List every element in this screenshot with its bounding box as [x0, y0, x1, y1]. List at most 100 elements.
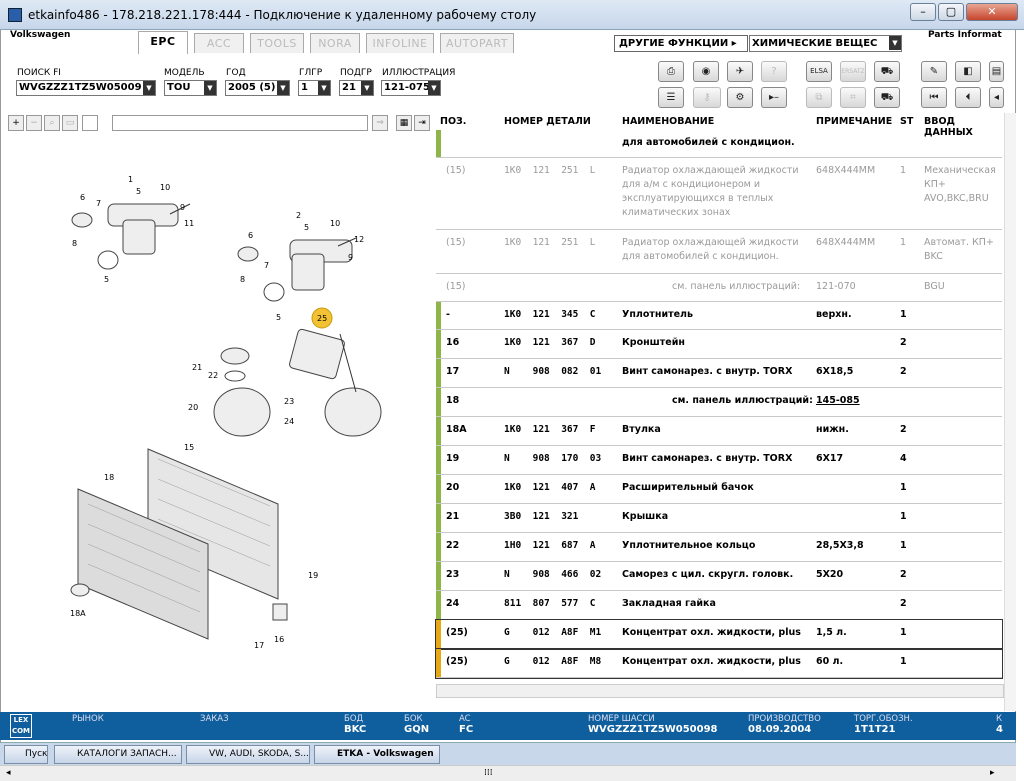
st-cell: 4 [900, 453, 907, 464]
key-icon[interactable]: ⚷ [693, 87, 721, 108]
model-select[interactable]: TOU ▼ [164, 80, 217, 96]
table-row[interactable]: (15) см. панель иллюстраций: 121-070 BGU [436, 274, 1002, 302]
tab-acc[interactable]: ACC [194, 33, 244, 53]
zoom-out-icon[interactable]: − [26, 115, 42, 131]
tab-epc[interactable]: EPC [138, 31, 188, 54]
task-etka[interactable]: ETKA - Volkswagen [314, 745, 440, 764]
cart-add-icon[interactable]: ⛟ [874, 61, 900, 82]
group-marker [436, 417, 441, 445]
close-button[interactable]: ✕ [966, 3, 1018, 21]
table-row[interactable]: для автомобилей с кондицион. [436, 130, 1002, 158]
copy-icon[interactable]: ⧉ [806, 87, 832, 108]
col-st-header[interactable]: ST [900, 116, 913, 127]
group-marker [436, 620, 441, 648]
coin-icon[interactable]: ◉ [693, 61, 719, 82]
start-button[interactable]: Пуск [4, 745, 48, 764]
maximize-button[interactable]: ▢ [938, 3, 964, 21]
table-row[interactable]: 20 1K0 121 407 A Расширительный бачок 1 [436, 475, 1002, 504]
table-row[interactable]: 19 N 908 170 03 Винт самонарез. с внутр. T… [436, 446, 1002, 475]
col-pos-header[interactable]: ПОЗ. [440, 116, 466, 127]
illustration-select[interactable]: 121-075 ▼ [381, 80, 441, 96]
list-icon[interactable]: ☰ [658, 87, 684, 108]
zoom-fit-icon[interactable]: ⌕ [44, 115, 60, 131]
table-row[interactable]: (15) 1K0 121 251 L Радиатор охлаждающей жи… [436, 230, 1002, 274]
vin-search-input[interactable]: WVGZZZ1TZ5W05009 ▼ [16, 80, 156, 96]
task-catalogs[interactable]: КАТАЛОГИ ЗАПАСН... [54, 745, 182, 764]
zoom-area-icon[interactable]: ▭ [62, 115, 78, 131]
exploded-view-illustration[interactable]: 1 5 6 7 8 5 9 10 11 2 5 6 10 12 7 9 8 5 … [8, 134, 432, 704]
minimize-button[interactable]: – [910, 3, 936, 21]
table-row[interactable]: 24 811 807 577 C Закладная гайка 2 [436, 591, 1002, 620]
pos-cell: - [446, 309, 450, 320]
order-label: ЗАКАЗ [200, 714, 229, 724]
tab-tools[interactable]: TOOLS [250, 33, 304, 53]
table-row[interactable]: 21 3B0 121 321 Крышка 1 [436, 504, 1002, 533]
grid-icon[interactable]: ▦ [396, 115, 412, 131]
callout-label: 12 [354, 235, 364, 244]
prev-icon[interactable]: ◂ [989, 87, 1004, 108]
desktop-horizontal-scrollbar[interactable]: ◂ ⁞⁞⁞ ▸ [0, 765, 1016, 781]
zoom-in-icon[interactable]: + [8, 115, 24, 131]
pan-icon[interactable] [82, 115, 98, 131]
callout-label: 7 [96, 199, 101, 208]
col-part-header[interactable]: НОМЕР ДЕТАЛИ [504, 116, 591, 127]
callout-label: 23 [284, 397, 294, 406]
callout-label: 5 [304, 223, 309, 232]
tab-nora[interactable]: NORA [310, 33, 360, 53]
pin-icon[interactable]: ✎ [921, 61, 947, 82]
page-icon[interactable]: ▤ [989, 61, 1004, 82]
year-select[interactable]: 2005 (5) ▼ [225, 80, 290, 96]
prev-page-icon[interactable]: ⏴ [955, 87, 981, 108]
page-back-icon[interactable]: ◧ [955, 61, 981, 82]
pos-cell: 16 [446, 337, 460, 348]
chevron-down-icon: ▼ [277, 81, 289, 95]
name-cell: Закладная гайка [622, 598, 716, 609]
bike-icon[interactable]: ⚙ [727, 87, 753, 108]
table-row[interactable]: 22 1H0 121 687 A Уплотнительное кольцо 28,5… [436, 533, 1002, 562]
expand-icon[interactable]: ⇥ [414, 115, 430, 131]
name-cell: Втулка [622, 424, 661, 435]
note-cell[interactable]: 145-085 [816, 394, 860, 408]
chemicals-select[interactable]: ХИМИЧЕСКИЕ ВЕЩЕС ▼ [749, 35, 902, 52]
main-group-select[interactable]: 1 ▼ [298, 80, 331, 96]
task-vw-audi[interactable]: VW, AUDI, SKODA, S... [186, 745, 310, 764]
table-row[interactable]: - 1K0 121 345 C Уплотнитель верхн. 1 [436, 302, 1002, 330]
table-horizontal-scrollbar[interactable] [436, 684, 1004, 698]
table-vertical-scrollbar[interactable] [1004, 113, 1016, 711]
arrow-icon[interactable]: ⇒ [372, 115, 388, 131]
help-icon[interactable]: ? [761, 61, 787, 82]
elsa-icon[interactable]: ELSA [806, 61, 832, 82]
callout-label: 25 [317, 314, 327, 323]
ersatz-icon[interactable]: ERSATZ [840, 61, 866, 82]
table-row[interactable]: (25) G 012 A8F M1 Концентрат охл. жидкости… [435, 619, 1003, 650]
note-cell: 648X444MM [816, 237, 876, 248]
scroll-right-icon[interactable]: ▸ [990, 768, 995, 778]
tab-infoline[interactable]: INFOLINE [366, 33, 434, 53]
scroll-left-icon[interactable]: ◂ [6, 768, 11, 778]
col-note-header[interactable]: ПРИМЕЧАНИЕ [816, 116, 892, 127]
table-row[interactable]: 18A 1K0 121 367 F Втулка нижн. 2 [436, 417, 1002, 446]
note-cell[interactable]: 121-070 [816, 280, 856, 294]
illustration-search-input[interactable] [112, 115, 368, 131]
st-cell: 1 [900, 237, 907, 248]
play-dash-icon[interactable]: ▸– [761, 87, 787, 108]
tab-autopart[interactable]: AUTOPART [440, 33, 514, 53]
print-icon[interactable]: ⎙ [658, 61, 684, 82]
table-row[interactable]: 23 N 908 466 02 Саморез с цил. скругл. гол… [436, 562, 1002, 591]
table-row[interactable]: 16 1K0 121 367 D Кронштейн 2 [436, 330, 1002, 359]
table-row[interactable]: (15) 1K0 121 251 L Радиатор охлаждающей жи… [436, 158, 1002, 230]
k-label: К [996, 714, 1003, 724]
col-name-header[interactable]: НАИМЕНОВАНИЕ [622, 116, 714, 127]
first-page-icon[interactable]: ⏮ [921, 87, 947, 108]
service-icon[interactable]: ✈ [727, 61, 753, 82]
table-row[interactable]: 17 N 908 082 01 Винт самонарез. с внутр. T… [436, 359, 1002, 388]
scroll-thumb-grip-icon[interactable]: ⁞⁞⁞ [484, 768, 493, 778]
cart-icon[interactable]: ⛟ [874, 87, 900, 108]
table-row[interactable]: 18 см. панель иллюстраций: 145-085 [436, 388, 1002, 417]
sub-group-select[interactable]: 21 ▼ [339, 80, 374, 96]
other-functions-menu[interactable]: ДРУГИЕ ФУНКЦИИ ▸ [614, 35, 748, 52]
reservoir-cap [220, 347, 250, 365]
table-row[interactable]: (25) G 012 A8F M8 Концентрат охл. жидкости… [435, 648, 1003, 679]
note-cell: нижн. [816, 424, 849, 435]
tag-icon[interactable]: ⌗ [840, 87, 866, 108]
